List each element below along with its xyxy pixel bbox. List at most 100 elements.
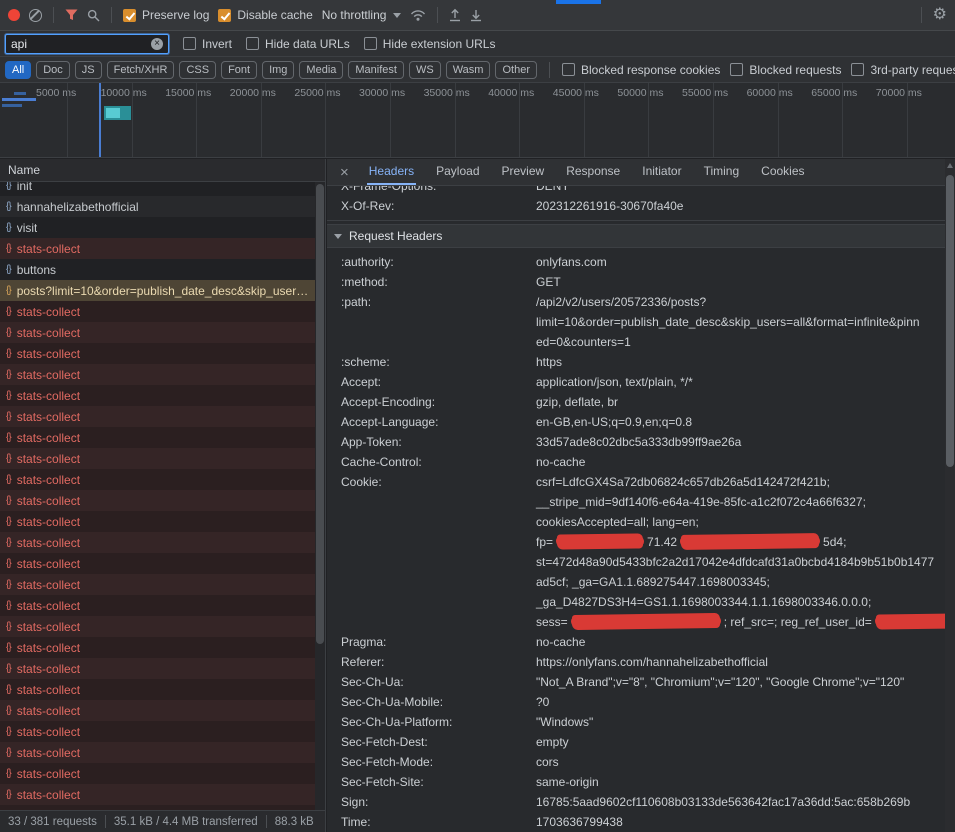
request-row[interactable]: {}stats-collect bbox=[0, 385, 315, 406]
filter-chip-fetch-xhr[interactable]: Fetch/XHR bbox=[107, 61, 175, 79]
xhr-error-icon: {} bbox=[6, 537, 11, 548]
filter-chip-manifest[interactable]: Manifest bbox=[348, 61, 404, 79]
third-party-requests-checkbox[interactable]: 3rd-party requests bbox=[851, 63, 955, 77]
xhr-error-icon: {} bbox=[6, 558, 11, 569]
record-button[interactable] bbox=[8, 9, 20, 21]
filter-chip-img[interactable]: Img bbox=[262, 61, 294, 79]
request-row[interactable]: {}stats-collect bbox=[0, 448, 315, 469]
request-headers-section-header[interactable]: Request Headers bbox=[327, 224, 945, 248]
invert-checkbox[interactable]: Invert bbox=[183, 37, 232, 51]
filter-chip-all[interactable]: All bbox=[5, 61, 31, 79]
timeline-overview[interactable]: 5000 ms10000 ms15000 ms20000 ms25000 ms3… bbox=[0, 83, 955, 158]
timeline-gridline bbox=[132, 83, 133, 157]
request-row[interactable]: {}stats-collect bbox=[0, 763, 315, 784]
request-row[interactable]: {}stats-collect bbox=[0, 637, 315, 658]
filter-chip-css[interactable]: CSS bbox=[179, 61, 216, 79]
clear-network-log-icon[interactable] bbox=[29, 9, 42, 22]
header-value: "Windows" bbox=[536, 712, 945, 732]
details-scrollbar[interactable] bbox=[945, 159, 955, 832]
filter-chip-font[interactable]: Font bbox=[221, 61, 257, 79]
filter-chip-js[interactable]: JS bbox=[75, 61, 102, 79]
request-row[interactable]: {}stats-collect bbox=[0, 679, 315, 700]
request-name: stats-collect bbox=[17, 368, 80, 382]
request-name: stats-collect bbox=[17, 620, 80, 634]
disable-cache-checkbox[interactable]: Disable cache bbox=[218, 8, 312, 22]
filter-chip-wasm[interactable]: Wasm bbox=[446, 61, 491, 79]
request-row[interactable]: {}stats-collect bbox=[0, 721, 315, 742]
header-row: :authority:onlyfans.com bbox=[327, 252, 945, 272]
export-har-icon[interactable] bbox=[470, 8, 482, 22]
filter-chip-ws[interactable]: WS bbox=[409, 61, 441, 79]
tab-payload[interactable]: Payload bbox=[434, 159, 481, 185]
hide-extension-urls-checkbox[interactable]: Hide extension URLs bbox=[364, 37, 496, 51]
tab-cookies[interactable]: Cookies bbox=[759, 159, 806, 185]
request-row[interactable]: {}stats-collect bbox=[0, 406, 315, 427]
request-row[interactable]: {}stats-collect bbox=[0, 616, 315, 637]
tab-headers[interactable]: Headers bbox=[367, 159, 416, 185]
timeline-gridline bbox=[390, 83, 391, 157]
request-row[interactable]: {}hannahelizabethofficial bbox=[0, 196, 315, 217]
tab-timing[interactable]: Timing bbox=[702, 159, 742, 185]
scrollbar-thumb[interactable] bbox=[946, 175, 954, 467]
close-details-icon[interactable]: × bbox=[331, 159, 358, 186]
header-name: X-Frame-Options: bbox=[341, 186, 536, 196]
header-name: Referer: bbox=[341, 652, 536, 672]
request-name: stats-collect bbox=[17, 431, 80, 445]
clear-filter-icon[interactable]: × bbox=[151, 38, 163, 50]
throttling-select[interactable]: No throttling bbox=[322, 8, 402, 22]
request-row[interactable]: {}stats-collect bbox=[0, 322, 315, 343]
timeline-gridline bbox=[584, 83, 585, 157]
request-row[interactable]: {}stats-collect bbox=[0, 427, 315, 448]
request-name: stats-collect bbox=[17, 704, 80, 718]
tab-preview[interactable]: Preview bbox=[500, 159, 547, 185]
request-row[interactable]: {}stats-collect bbox=[0, 343, 315, 364]
xhr-error-icon: {} bbox=[6, 306, 11, 317]
blocked-response-cookies-checkbox[interactable]: Blocked response cookies bbox=[562, 63, 720, 77]
request-row[interactable]: {}stats-collect bbox=[0, 658, 315, 679]
preserve-log-checkbox[interactable]: Preserve log bbox=[123, 8, 209, 22]
details-content[interactable]: X-Frame-Options:DENYX-Of-Rev:20231226191… bbox=[327, 186, 945, 832]
request-row[interactable]: {}stats-collect bbox=[0, 595, 315, 616]
search-icon[interactable] bbox=[87, 9, 100, 22]
request-row[interactable]: {}stats-collect bbox=[0, 553, 315, 574]
scrollbar-thumb[interactable] bbox=[316, 184, 324, 644]
request-name: stats-collect bbox=[17, 599, 80, 613]
scrollbar-up-arrow[interactable] bbox=[947, 163, 953, 168]
request-row[interactable]: {}visit bbox=[0, 217, 315, 238]
tab-initiator[interactable]: Initiator bbox=[640, 159, 683, 185]
request-row[interactable]: {}stats-collect bbox=[0, 700, 315, 721]
request-row[interactable]: {}buttons bbox=[0, 259, 315, 280]
request-row[interactable]: {}stats-collect bbox=[0, 490, 315, 511]
request-row[interactable]: {}init bbox=[0, 182, 315, 196]
import-har-icon[interactable] bbox=[449, 8, 461, 22]
network-conditions-icon[interactable] bbox=[410, 9, 426, 22]
timeline-gridline bbox=[778, 83, 779, 157]
request-row[interactable]: {}posts?limit=10&order=publish_date_desc… bbox=[0, 280, 315, 301]
request-row[interactable]: {}stats-collect bbox=[0, 238, 315, 259]
filter-chip-media[interactable]: Media bbox=[299, 61, 343, 79]
request-row[interactable]: {}stats-collect bbox=[0, 364, 315, 385]
xhr-icon: {} bbox=[6, 264, 11, 275]
request-list-scrollbar[interactable] bbox=[315, 182, 325, 810]
hide-data-urls-checkbox[interactable]: Hide data URLs bbox=[246, 37, 350, 51]
request-row[interactable]: {}stats-collect bbox=[0, 301, 315, 322]
request-row[interactable]: {}stats-collect bbox=[0, 742, 315, 763]
request-row[interactable]: {}stats-collect bbox=[0, 469, 315, 490]
request-row[interactable]: {}stats-collect bbox=[0, 532, 315, 553]
request-row[interactable]: {}stats-collect bbox=[0, 511, 315, 532]
filter-funnel-icon[interactable] bbox=[65, 9, 78, 21]
header-name: Sec-Ch-Ua-Platform: bbox=[341, 712, 536, 732]
request-headers-title: Request Headers bbox=[349, 229, 442, 243]
request-name: stats-collect bbox=[17, 641, 80, 655]
filter-input[interactable]: api × bbox=[5, 34, 169, 54]
request-row[interactable]: {}stats-collect bbox=[0, 784, 315, 805]
request-row[interactable]: {}stats-collect bbox=[0, 574, 315, 595]
filter-chip-other[interactable]: Other bbox=[495, 61, 537, 79]
filter-chip-doc[interactable]: Doc bbox=[36, 61, 70, 79]
request-name: stats-collect bbox=[17, 347, 80, 361]
tab-response[interactable]: Response bbox=[564, 159, 622, 185]
settings-gear-icon[interactable]: ⚙ bbox=[933, 7, 947, 23]
name-column-header[interactable]: Name bbox=[0, 159, 325, 182]
timeline-gridline bbox=[519, 83, 520, 157]
blocked-requests-checkbox[interactable]: Blocked requests bbox=[730, 63, 841, 77]
